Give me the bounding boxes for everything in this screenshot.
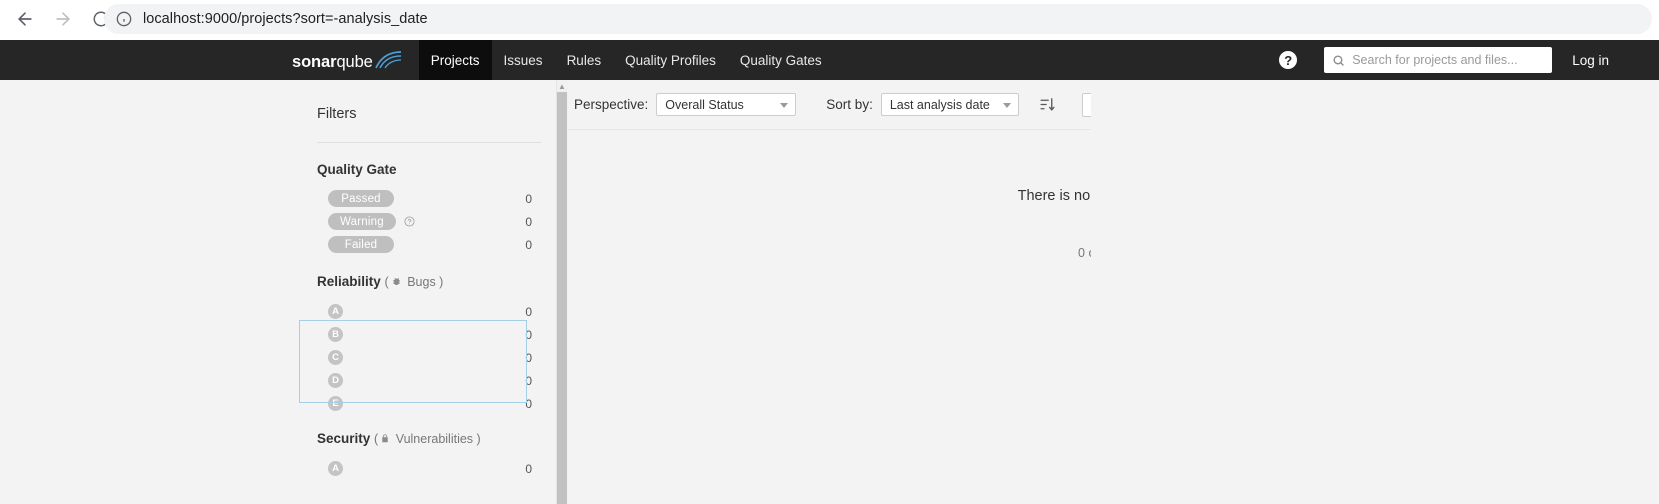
address-bar-url: localhost:9000/projects?sort=-analysis_d… — [143, 11, 428, 27]
nav-link-rules[interactable]: Rules — [555, 40, 614, 80]
sort-label: Sort by: — [826, 97, 873, 112]
address-bar[interactable]: localhost:9000/projects?sort=-analysis_d… — [104, 4, 1652, 34]
nav-link-quality-gates[interactable]: Quality Gates — [728, 40, 834, 80]
sonarqube-logo[interactable]: sonar qube — [292, 49, 405, 72]
facet-row-security-a[interactable]: A 0 — [317, 457, 541, 480]
bug-icon — [391, 276, 402, 290]
facet-row-reliability-e[interactable]: E 0 — [317, 392, 541, 415]
status-badge-passed: Passed — [328, 190, 394, 207]
chevron-down-icon — [1002, 102, 1011, 108]
facet-count-failed: 0 — [525, 237, 532, 252]
facet-row-reliability-b[interactable]: B 0 — [317, 323, 541, 346]
sort-select[interactable]: Last analysis date — [880, 93, 1019, 116]
arrow-left-icon — [15, 9, 35, 29]
status-badge-failed: Failed — [328, 236, 394, 253]
perspective-label: Perspective: — [574, 97, 649, 112]
forward-button[interactable] — [48, 4, 78, 34]
sidebar-scrollbar-thumb[interactable] — [557, 92, 567, 504]
rating-badge-e: E — [328, 396, 343, 411]
browser-toolbar: localhost:9000/projects?sort=-analysis_d… — [0, 0, 1659, 38]
left-gutter — [0, 80, 292, 504]
arrow-right-icon — [53, 9, 73, 29]
facet-count-security-a: 0 — [525, 461, 532, 476]
status-badge-warning: Warning — [328, 213, 396, 230]
facet-security-title: Security ( Vulnerabilities ) — [317, 431, 481, 446]
facet-reliability: Reliability ( Bugs ) A 0 B 0 C 0 D 0 E 0 — [317, 274, 541, 415]
sort-descending-icon[interactable] — [1039, 96, 1056, 113]
facet-row-warning[interactable]: Warning 0 — [317, 210, 541, 233]
facet-quality-gate-title: Quality Gate — [317, 162, 397, 177]
facet-reliability-title: Reliability ( Bugs ) — [317, 274, 444, 290]
chevron-down-icon — [780, 102, 789, 108]
facet-count-passed: 0 — [525, 191, 532, 206]
rating-badge-security-a: A — [328, 461, 343, 476]
perspective-select[interactable]: Overall Status — [656, 93, 797, 116]
lock-icon — [380, 433, 390, 447]
rating-badge-d: D — [328, 373, 343, 388]
facet-security: Security ( Vulnerabilities ) A 0 — [317, 431, 541, 480]
facet-row-reliability-d[interactable]: D 0 — [317, 369, 541, 392]
global-search[interactable] — [1324, 47, 1553, 73]
perspective-value: Overall Status — [665, 97, 744, 112]
app-navbar: sonar qube Projects Issues Rules Quality … — [0, 40, 1659, 80]
nav-link-issues[interactable]: Issues — [492, 40, 555, 80]
rating-badge-b: B — [328, 327, 343, 342]
search-icon — [1332, 54, 1345, 67]
app-body: Filters Quality Gate Passed 0 Warning 0 … — [0, 80, 1659, 504]
facet-count-reliability-e: 0 — [525, 396, 532, 411]
facet-count-warning: 0 — [525, 214, 532, 229]
facet-row-reliability-c[interactable]: C 0 — [317, 346, 541, 369]
facet-count-reliability-d: 0 — [525, 373, 532, 388]
facet-reliability-subtitle: ( Bugs ) — [384, 275, 444, 290]
facet-row-reliability-a[interactable]: A 0 — [317, 300, 541, 323]
facet-row-passed[interactable]: Passed 0 — [317, 187, 541, 210]
browser-window: localhost:9000/projects?sort=-analysis_d… — [0, 0, 1659, 504]
sort-value: Last analysis date — [889, 97, 990, 112]
logo-wave-icon — [374, 50, 405, 74]
info-circle-icon[interactable] — [116, 11, 132, 27]
help-circle-icon[interactable]: ? — [1279, 51, 1298, 69]
logo-text-bold: sonar — [292, 52, 337, 71]
navbar-right: ? Log in — [1279, 40, 1659, 80]
facet-count-reliability-b: 0 — [525, 327, 532, 342]
facet-row-failed[interactable]: Failed 0 — [317, 233, 541, 256]
right-gutter — [1091, 80, 1659, 504]
back-button[interactable] — [10, 4, 40, 34]
rating-badge-a: A — [328, 304, 343, 319]
facet-count-reliability-a: 0 — [525, 304, 532, 319]
nav-link-quality-profiles[interactable]: Quality Profiles — [613, 40, 728, 80]
help-circle-small-icon[interactable] — [404, 216, 415, 227]
facet-security-subtitle: ( Vulnerabilities ) — [374, 432, 481, 446]
global-search-input[interactable] — [1352, 53, 1545, 67]
facet-count-reliability-c: 0 — [525, 350, 532, 365]
logo-text-light: qube — [336, 52, 373, 71]
filters-heading: Filters — [317, 106, 357, 122]
facet-quality-gate: Quality Gate Passed 0 Warning 0 Failed 0 — [317, 162, 541, 256]
rating-badge-c: C — [328, 350, 343, 365]
caret-up-icon[interactable]: ▲ — [557, 80, 567, 92]
nav-link-projects[interactable]: Projects — [418, 40, 492, 80]
login-link[interactable]: Log in — [1572, 53, 1609, 68]
navbar-links: Projects Issues Rules Quality Profiles Q… — [418, 40, 834, 80]
filters-divider — [317, 142, 541, 143]
filters-sidebar: Filters Quality Gate Passed 0 Warning 0 … — [292, 80, 558, 504]
